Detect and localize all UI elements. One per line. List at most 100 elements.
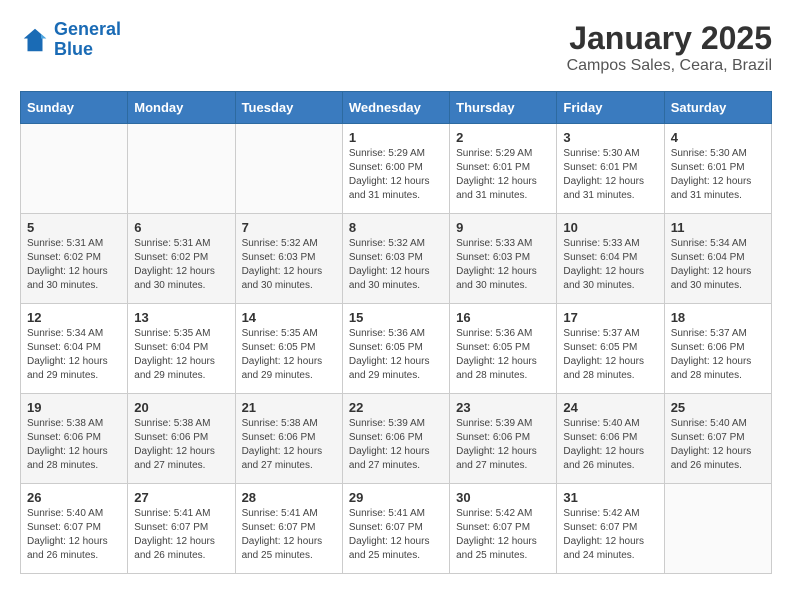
- day-info: Sunrise: 5:37 AM Sunset: 6:05 PM Dayligh…: [563, 327, 657, 383]
- calendar-cell: 5 Sunrise: 5:31 AM Sunset: 6:02 PM Daylig…: [21, 214, 128, 304]
- day-info: Sunrise: 5:37 AM Sunset: 6:06 PM Dayligh…: [671, 327, 765, 383]
- calendar-cell: 25 Sunrise: 5:40 AM Sunset: 6:07 PM Dayli…: [664, 394, 771, 484]
- day-info: Sunrise: 5:39 AM Sunset: 6:06 PM Dayligh…: [456, 417, 550, 473]
- calendar-week-row: 26 Sunrise: 5:40 AM Sunset: 6:07 PM Dayli…: [21, 484, 772, 574]
- day-number: 21: [242, 400, 336, 415]
- day-info: Sunrise: 5:30 AM Sunset: 6:01 PM Dayligh…: [671, 147, 765, 203]
- day-info: Sunrise: 5:35 AM Sunset: 6:04 PM Dayligh…: [134, 327, 228, 383]
- calendar-cell: 24 Sunrise: 5:40 AM Sunset: 6:06 PM Dayli…: [557, 394, 664, 484]
- day-info: Sunrise: 5:29 AM Sunset: 6:00 PM Dayligh…: [349, 147, 443, 203]
- calendar-week-row: 5 Sunrise: 5:31 AM Sunset: 6:02 PM Daylig…: [21, 214, 772, 304]
- calendar-cell: [21, 124, 128, 214]
- day-number: 1: [349, 130, 443, 145]
- calendar-cell: 7Sunrise: 5:32 AM Sunset: 6:03 PM Daylig…: [235, 214, 342, 304]
- day-number: 27: [134, 490, 228, 505]
- calendar-cell: [664, 484, 771, 574]
- calendar-cell: 8Sunrise: 5:32 AM Sunset: 6:03 PM Daylig…: [342, 214, 449, 304]
- day-number: 9: [456, 220, 550, 235]
- day-number: 16: [456, 310, 550, 325]
- calendar-cell: 17 Sunrise: 5:37 AM Sunset: 6:05 PM Dayli…: [557, 304, 664, 394]
- header-day: Sunday: [21, 92, 128, 124]
- day-number: 5: [27, 220, 121, 235]
- header-day: Saturday: [664, 92, 771, 124]
- day-info: Sunrise: 5:40 AM Sunset: 6:06 PM Dayligh…: [563, 417, 657, 473]
- calendar-title: January 2025: [567, 20, 772, 57]
- day-number: 28: [242, 490, 336, 505]
- day-number: 26: [27, 490, 121, 505]
- day-number: 10: [563, 220, 657, 235]
- day-number: 3: [563, 130, 657, 145]
- day-number: 19: [27, 400, 121, 415]
- day-number: 24: [563, 400, 657, 415]
- calendar-table: SundayMondayTuesdayWednesdayThursdayFrid…: [20, 91, 772, 574]
- day-number: 11: [671, 220, 765, 235]
- day-info: Sunrise: 5:33 AM Sunset: 6:03 PM Dayligh…: [456, 237, 550, 293]
- day-number: 31: [563, 490, 657, 505]
- calendar-cell: 19 Sunrise: 5:38 AM Sunset: 6:06 PM Dayli…: [21, 394, 128, 484]
- day-info: Sunrise: 5:38 AM Sunset: 6:06 PM Dayligh…: [27, 417, 121, 473]
- calendar-cell: 20 Sunrise: 5:38 AM Sunset: 6:06 PM Dayli…: [128, 394, 235, 484]
- calendar-cell: 27Sunrise: 5:41 AM Sunset: 6:07 PM Dayli…: [128, 484, 235, 574]
- day-number: 20: [134, 400, 228, 415]
- calendar-cell: 9 Sunrise: 5:33 AM Sunset: 6:03 PM Daylig…: [450, 214, 557, 304]
- day-number: 30: [456, 490, 550, 505]
- day-info: Sunrise: 5:38 AM Sunset: 6:06 PM Dayligh…: [242, 417, 336, 473]
- day-number: 4: [671, 130, 765, 145]
- calendar-week-row: 19 Sunrise: 5:38 AM Sunset: 6:06 PM Dayli…: [21, 394, 772, 484]
- day-number: 12: [27, 310, 121, 325]
- day-number: 25: [671, 400, 765, 415]
- calendar-cell: 18 Sunrise: 5:37 AM Sunset: 6:06 PM Dayli…: [664, 304, 771, 394]
- day-info: Sunrise: 5:38 AM Sunset: 6:06 PM Dayligh…: [134, 417, 228, 473]
- day-info: Sunrise: 5:42 AM Sunset: 6:07 PM Dayligh…: [456, 507, 550, 563]
- day-info: Sunrise: 5:40 AM Sunset: 6:07 PM Dayligh…: [27, 507, 121, 563]
- day-number: 8: [349, 220, 443, 235]
- logo-icon: [20, 25, 50, 55]
- day-info: Sunrise: 5:35 AM Sunset: 6:05 PM Dayligh…: [242, 327, 336, 383]
- calendar-subtitle: Campos Sales, Ceara, Brazil: [567, 57, 772, 75]
- header-day: Thursday: [450, 92, 557, 124]
- header-row: SundayMondayTuesdayWednesdayThursdayFrid…: [21, 92, 772, 124]
- day-info: Sunrise: 5:29 AM Sunset: 6:01 PM Dayligh…: [456, 147, 550, 203]
- header-day: Friday: [557, 92, 664, 124]
- logo-line2: Blue: [54, 39, 93, 59]
- calendar-cell: 28Sunrise: 5:41 AM Sunset: 6:07 PM Dayli…: [235, 484, 342, 574]
- logo-text: General Blue: [54, 20, 121, 60]
- day-number: 2: [456, 130, 550, 145]
- calendar-cell: [128, 124, 235, 214]
- day-info: Sunrise: 5:40 AM Sunset: 6:07 PM Dayligh…: [671, 417, 765, 473]
- day-info: Sunrise: 5:41 AM Sunset: 6:07 PM Dayligh…: [349, 507, 443, 563]
- calendar-cell: 23 Sunrise: 5:39 AM Sunset: 6:06 PM Dayli…: [450, 394, 557, 484]
- day-info: Sunrise: 5:33 AM Sunset: 6:04 PM Dayligh…: [563, 237, 657, 293]
- header: General Blue January 2025 Campos Sales, …: [20, 20, 772, 75]
- calendar-cell: 13 Sunrise: 5:35 AM Sunset: 6:04 PM Dayli…: [128, 304, 235, 394]
- day-info: Sunrise: 5:34 AM Sunset: 6:04 PM Dayligh…: [27, 327, 121, 383]
- day-info: Sunrise: 5:30 AM Sunset: 6:01 PM Dayligh…: [563, 147, 657, 203]
- calendar-cell: 16Sunrise: 5:36 AM Sunset: 6:05 PM Dayli…: [450, 304, 557, 394]
- calendar-cell: 1 Sunrise: 5:29 AM Sunset: 6:00 PM Daylig…: [342, 124, 449, 214]
- calendar-cell: 21 Sunrise: 5:38 AM Sunset: 6:06 PM Dayli…: [235, 394, 342, 484]
- calendar-cell: 22Sunrise: 5:39 AM Sunset: 6:06 PM Dayli…: [342, 394, 449, 484]
- day-number: 18: [671, 310, 765, 325]
- calendar-cell: [235, 124, 342, 214]
- day-number: 13: [134, 310, 228, 325]
- day-number: 14: [242, 310, 336, 325]
- day-info: Sunrise: 5:31 AM Sunset: 6:02 PM Dayligh…: [134, 237, 228, 293]
- day-number: 22: [349, 400, 443, 415]
- day-number: 23: [456, 400, 550, 415]
- day-info: Sunrise: 5:31 AM Sunset: 6:02 PM Dayligh…: [27, 237, 121, 293]
- day-info: Sunrise: 5:34 AM Sunset: 6:04 PM Dayligh…: [671, 237, 765, 293]
- day-info: Sunrise: 5:42 AM Sunset: 6:07 PM Dayligh…: [563, 507, 657, 563]
- calendar-cell: 3 Sunrise: 5:30 AM Sunset: 6:01 PM Daylig…: [557, 124, 664, 214]
- calendar-cell: 4 Sunrise: 5:30 AM Sunset: 6:01 PM Daylig…: [664, 124, 771, 214]
- logo: General Blue: [20, 20, 121, 60]
- day-number: 17: [563, 310, 657, 325]
- day-info: Sunrise: 5:32 AM Sunset: 6:03 PM Dayligh…: [242, 237, 336, 293]
- day-info: Sunrise: 5:36 AM Sunset: 6:05 PM Dayligh…: [349, 327, 443, 383]
- calendar-cell: 2 Sunrise: 5:29 AM Sunset: 6:01 PM Daylig…: [450, 124, 557, 214]
- calendar-cell: 10 Sunrise: 5:33 AM Sunset: 6:04 PM Dayli…: [557, 214, 664, 304]
- logo-line1: General: [54, 19, 121, 39]
- calendar-cell: 30 Sunrise: 5:42 AM Sunset: 6:07 PM Dayli…: [450, 484, 557, 574]
- calendar-cell: 14 Sunrise: 5:35 AM Sunset: 6:05 PM Dayli…: [235, 304, 342, 394]
- calendar-cell: 15Sunrise: 5:36 AM Sunset: 6:05 PM Dayli…: [342, 304, 449, 394]
- calendar-cell: 11 Sunrise: 5:34 AM Sunset: 6:04 PM Dayli…: [664, 214, 771, 304]
